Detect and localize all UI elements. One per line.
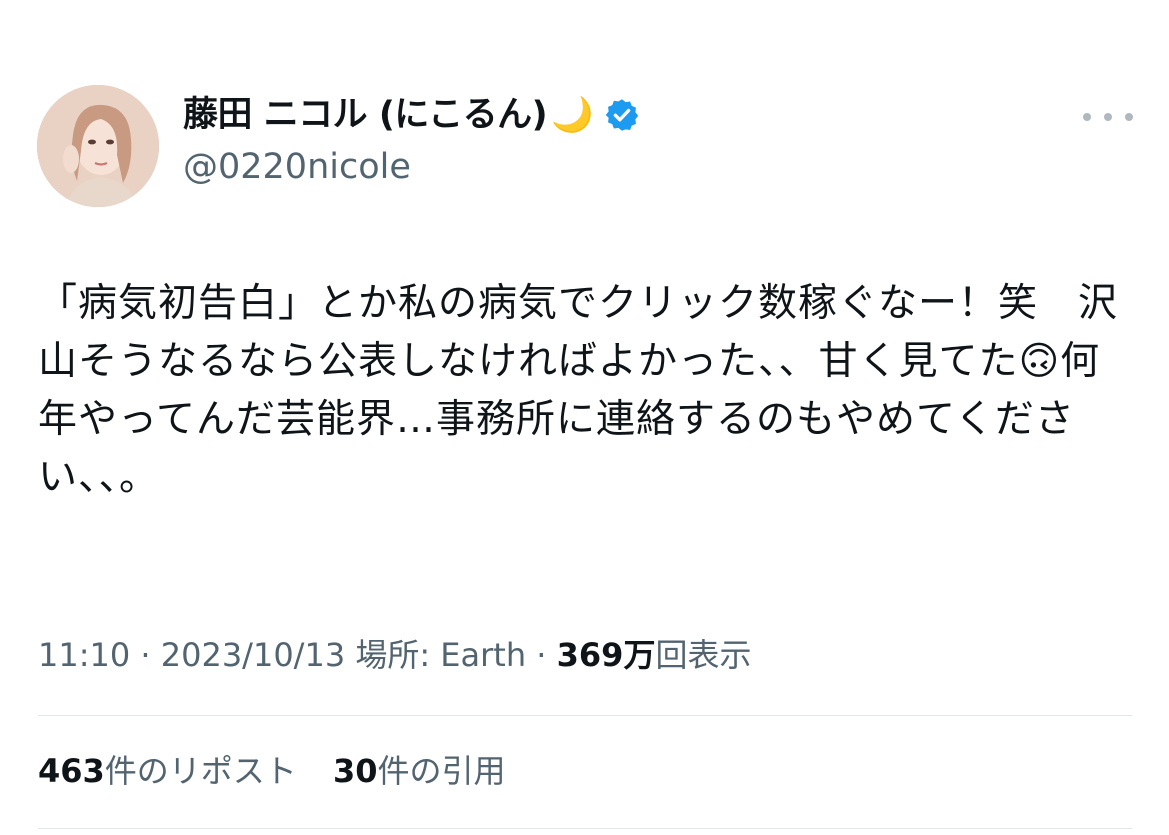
tweet-text: 「病気初告白」とか私の病気でクリック数稼ぐなー！笑 沢山そうなるなら公表しなけれ… [38, 281, 1119, 500]
meta-separator: · [526, 636, 557, 674]
reposts-label: 件のリポスト [104, 752, 297, 790]
tweet-stats: 463件のリポスト 30件の引用 [38, 748, 506, 794]
views-count: 369万 [556, 636, 656, 674]
quotes-stat[interactable]: 30件の引用 [333, 748, 506, 794]
reposts-count: 463 [38, 752, 105, 790]
quotes-count: 30 [332, 752, 378, 790]
views-label: 回表示 [655, 636, 752, 674]
divider [38, 828, 1132, 829]
more-horizontal-icon [1083, 113, 1091, 121]
more-options-button[interactable] [1083, 100, 1133, 134]
quotes-label: 件の引用 [377, 752, 506, 790]
tweet-time[interactable]: 11:10 [38, 636, 130, 674]
tweet-date[interactable]: 2023/10/13 [161, 636, 345, 674]
moon-emoji-icon: 🌙 [551, 95, 594, 135]
tweet-meta: 11:10 · 2023/10/13 場所: Earth · 369万回表示 [38, 632, 751, 678]
verified-badge-icon[interactable] [604, 97, 640, 133]
reposts-stat[interactable]: 463件のリポスト [38, 748, 297, 794]
avatar[interactable] [37, 85, 159, 207]
divider [38, 715, 1132, 716]
author-handle[interactable]: @0220nicole [183, 145, 411, 189]
author-display-name[interactable]: 藤田 ニコル (にこるん) 🌙 [183, 93, 640, 137]
meta-separator: · [130, 636, 161, 674]
tweet-location: 場所: Earth [345, 636, 527, 674]
display-name-text: 藤田 ニコル (にこるん) [183, 95, 548, 135]
